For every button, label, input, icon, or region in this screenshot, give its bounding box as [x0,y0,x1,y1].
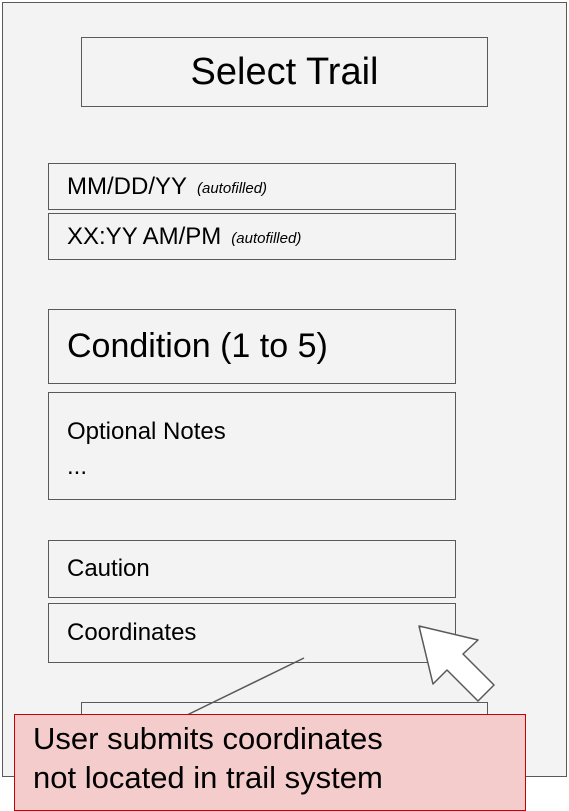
date-autofilled-hint: (autofilled) [197,180,268,197]
annotation-callout: User submits coordinates not located in … [14,714,526,811]
time-field[interactable]: XX:YY AM/PM (autofilled) [48,213,456,260]
caution-field[interactable]: Caution [48,540,456,598]
coordinates-field[interactable]: Coordinates [48,603,456,663]
condition-label: Condition (1 to 5) [67,327,328,365]
optional-notes-ellipsis: ... [67,452,88,480]
caution-label: Caution [67,555,150,582]
optional-notes-field[interactable]: Optional Notes ... [48,392,456,500]
time-value: XX:YY AM/PM [67,222,222,250]
optional-notes-label: Optional Notes [67,418,226,445]
time-autofilled-hint: (autofilled) [231,230,302,247]
date-field[interactable]: MM/DD/YY (autofilled) [48,163,456,210]
select-trail-button[interactable]: Select Trail [81,37,488,107]
coordinates-label: Coordinates [67,619,197,646]
callout-line-2: not located in trail system [33,760,383,795]
date-value: MM/DD/YY [67,172,187,200]
callout-line-1: User submits coordinates [33,721,383,756]
condition-field[interactable]: Condition (1 to 5) [48,309,456,384]
select-trail-label: Select Trail [190,50,379,93]
